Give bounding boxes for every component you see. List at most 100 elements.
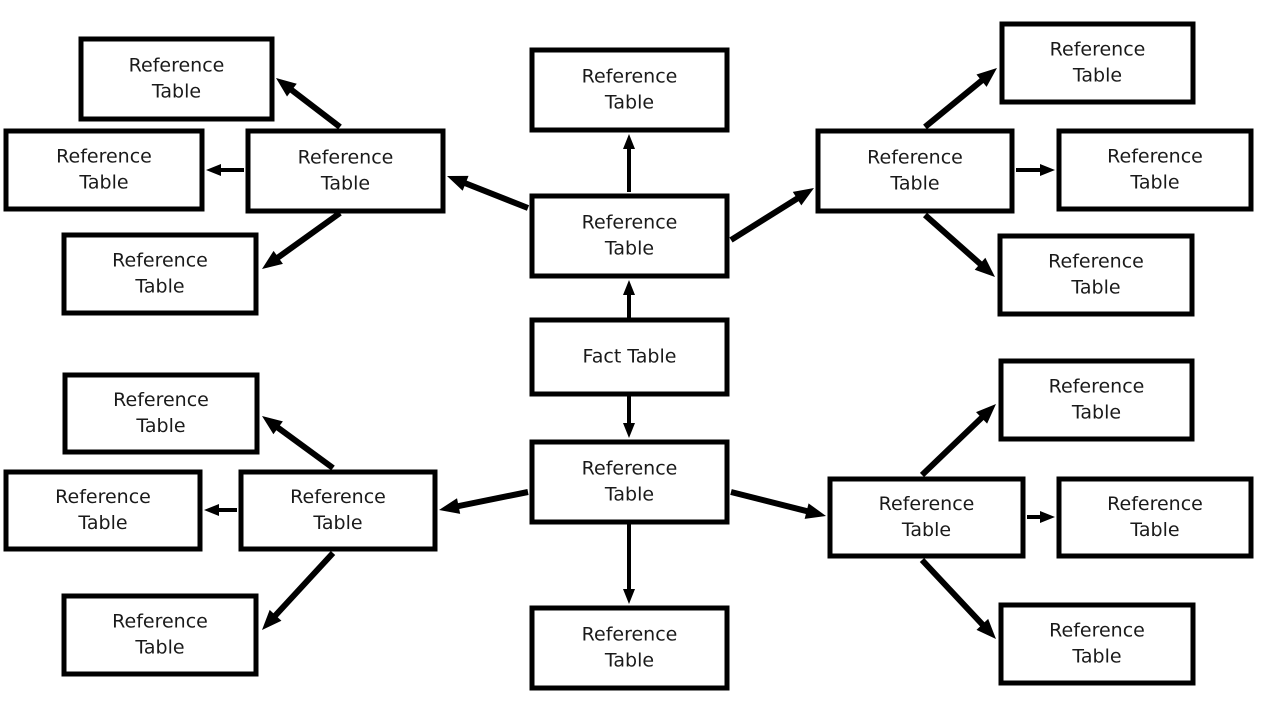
- reference-table-node[interactable]: Reference Table: [3, 469, 203, 552]
- edge-line: [271, 550, 336, 620]
- edge-arrow: [262, 210, 342, 269]
- node-box: [61, 232, 259, 316]
- node-label: Reference: [1048, 251, 1144, 273]
- reference-table-node[interactable]: Reference Table: [238, 469, 438, 552]
- reference-table-node[interactable]: Reference Table: [827, 476, 1026, 559]
- node-label: Table: [134, 276, 184, 298]
- edge-line: [274, 210, 342, 262]
- node-label: Table: [1071, 646, 1121, 668]
- arrowhead-icon: [447, 175, 469, 191]
- arrowhead-icon: [1040, 511, 1055, 523]
- reference-table-node[interactable]: Reference Table: [529, 439, 730, 525]
- node-label: Table: [135, 415, 185, 437]
- edge-arrow: [919, 404, 996, 478]
- node-label: Reference: [879, 493, 975, 515]
- node-box: [1056, 476, 1254, 559]
- node-box: [529, 439, 730, 525]
- fact-table-node[interactable]: Fact Table: [529, 317, 730, 397]
- reference-table-node[interactable]: Reference Table: [61, 593, 259, 677]
- node-label: Table: [1129, 172, 1179, 194]
- edge-arrow: [206, 164, 244, 176]
- node-label: Table: [901, 519, 951, 541]
- node-label: Table: [889, 173, 939, 195]
- edge-line: [923, 76, 986, 130]
- reference-table-node[interactable]: Reference Table: [997, 233, 1195, 317]
- arrowhead-icon: [439, 498, 461, 514]
- arrowhead-icon: [206, 164, 221, 176]
- node-label: Reference: [56, 146, 152, 168]
- arrowhead-icon: [623, 280, 635, 295]
- node-box: [3, 128, 205, 212]
- edge-arrow: [729, 188, 814, 243]
- node-label: Table: [1071, 402, 1121, 424]
- node-label: Table: [604, 238, 654, 260]
- edge-line: [287, 85, 342, 130]
- node-label: Table: [320, 173, 370, 195]
- node-label: Reference: [582, 66, 678, 88]
- edge-arrow: [730, 489, 826, 519]
- edge-arrow: [1016, 164, 1055, 176]
- node-box: [1056, 128, 1254, 212]
- edge-line: [455, 489, 529, 510]
- reference-table-node[interactable]: Reference Table: [1056, 128, 1254, 212]
- reference-table-node[interactable]: Reference Table: [998, 602, 1196, 686]
- reference-table-node[interactable]: Reference Table: [999, 21, 1196, 105]
- edge-line: [923, 212, 985, 268]
- node-label: Reference: [1049, 376, 1145, 398]
- snowflake-schema-diagram: Fact Table Reference Table Reference Table Re…: [0, 0, 1268, 705]
- node-label: Reference: [112, 250, 208, 272]
- node-box: [529, 605, 730, 691]
- reference-table-node[interactable]: Reference Table: [1056, 476, 1254, 559]
- node-label: Reference: [582, 458, 678, 480]
- arrowhead-icon: [204, 504, 219, 516]
- edge-arrow: [623, 524, 635, 604]
- reference-table-node[interactable]: Reference Table: [62, 372, 260, 455]
- node-label: Table: [1129, 519, 1179, 541]
- reference-table-node[interactable]: Reference Table: [529, 47, 730, 133]
- arrowhead-icon: [623, 423, 635, 438]
- reference-table-node[interactable]: Reference Table: [78, 36, 275, 122]
- node-label: Table: [604, 650, 654, 672]
- edge-line: [729, 194, 802, 243]
- reference-table-node[interactable]: Reference Table: [3, 128, 205, 212]
- edge-arrow: [623, 134, 635, 192]
- arrowhead-icon: [1040, 164, 1055, 176]
- node-box: [998, 358, 1195, 442]
- edge-arrow: [1027, 511, 1055, 523]
- node-label: Fact Table: [583, 346, 677, 368]
- node-label: Reference: [582, 624, 678, 646]
- edge-line: [461, 179, 530, 211]
- edge-arrow: [204, 504, 237, 516]
- node-box: [238, 469, 438, 552]
- reference-table-node[interactable]: Reference Table: [815, 128, 1015, 214]
- node-box: [997, 233, 1195, 317]
- node-label: Reference: [1049, 620, 1145, 642]
- reference-table-node[interactable]: Reference Table: [245, 128, 446, 214]
- node-label: Reference: [129, 55, 225, 77]
- node-box: [62, 372, 260, 455]
- node-box: [245, 128, 446, 214]
- node-label: Reference: [582, 212, 678, 234]
- node-box: [78, 36, 275, 122]
- node-label: Reference: [1050, 39, 1146, 61]
- node-box: [61, 593, 259, 677]
- node-label: Table: [604, 484, 654, 506]
- reference-table-node[interactable]: Reference Table: [61, 232, 259, 316]
- reference-table-node[interactable]: Reference Table: [998, 358, 1195, 442]
- arrowhead-icon: [623, 134, 635, 149]
- edge-line: [730, 489, 811, 515]
- node-box: [815, 128, 1015, 214]
- schema-canvas: Fact Table Reference Table Reference Table Re…: [3, 21, 1254, 691]
- node-label: Table: [1070, 277, 1120, 299]
- node-label: Reference: [298, 147, 394, 169]
- node-box: [3, 469, 203, 552]
- edge-arrow: [276, 78, 342, 130]
- node-label: Reference: [55, 486, 151, 508]
- node-label: Table: [151, 81, 201, 103]
- edge-line: [919, 413, 986, 478]
- node-label: Reference: [113, 389, 209, 411]
- reference-table-node[interactable]: Reference Table: [529, 605, 730, 691]
- reference-table-node[interactable]: Reference Table: [529, 193, 730, 279]
- node-box: [999, 21, 1196, 105]
- edge-arrow: [262, 416, 335, 471]
